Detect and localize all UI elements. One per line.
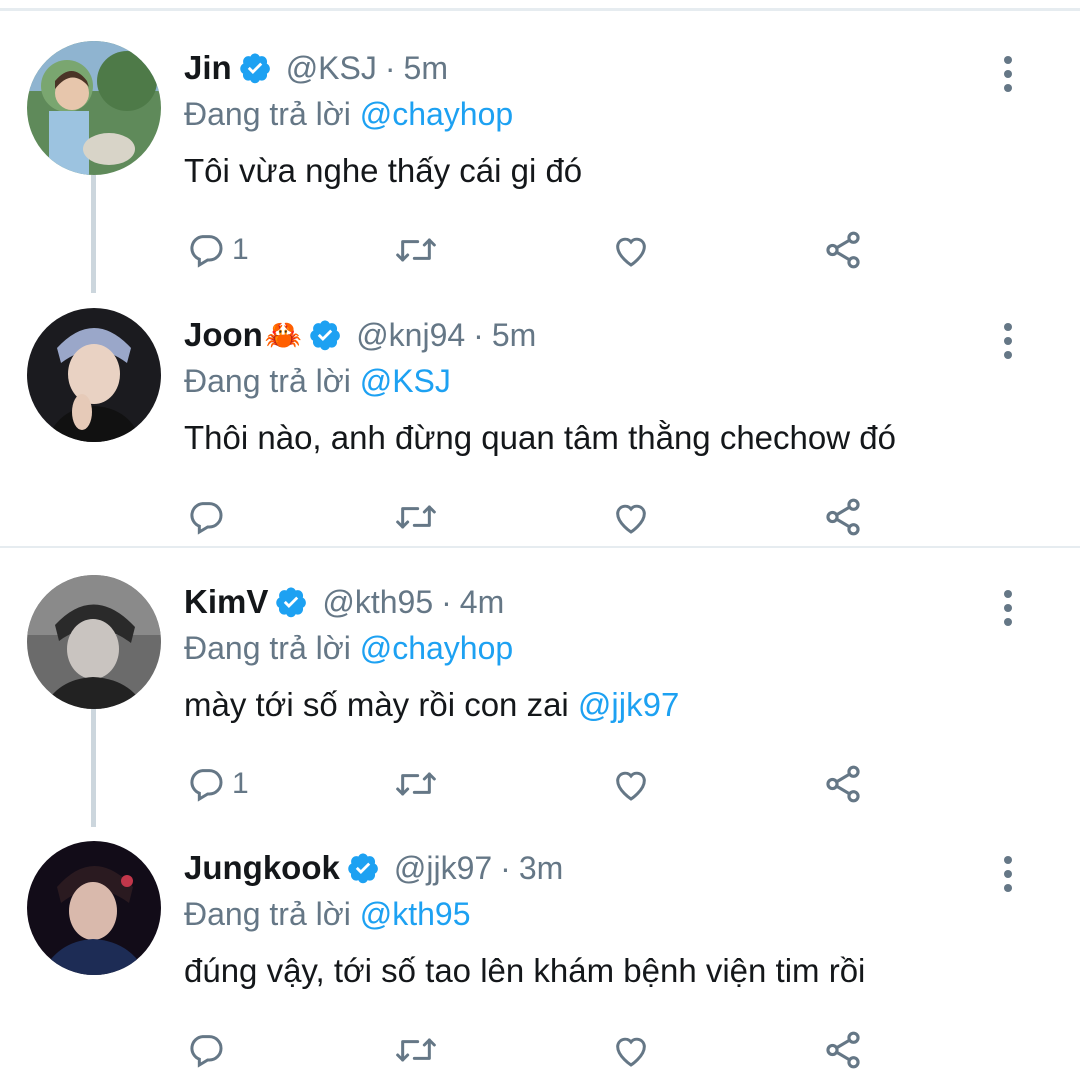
more-icon[interactable] xyxy=(994,854,1022,894)
more-icon[interactable] xyxy=(994,588,1022,628)
like-icon xyxy=(616,237,646,267)
action-bar: 1 xyxy=(186,228,886,272)
reply-count: 1 xyxy=(232,767,249,800)
timestamp[interactable]: 5m xyxy=(492,317,536,354)
separator: · xyxy=(473,316,484,353)
avatar[interactable] xyxy=(27,41,161,175)
avatar[interactable] xyxy=(27,575,161,709)
separator: · xyxy=(384,49,396,86)
share-button[interactable] xyxy=(822,1028,864,1072)
replying-prefix: Đang trả lời xyxy=(184,896,351,932)
more-icon[interactable] xyxy=(994,321,1022,361)
timestamp[interactable]: 5m xyxy=(404,50,448,87)
display-name[interactable]: Jin xyxy=(184,49,232,87)
handle[interactable]: @kth95 xyxy=(322,584,433,621)
retweet-icon xyxy=(396,772,436,796)
tweet-2[interactable]: KimV @kth95 · 4m Đang trả lời @chayhop m… xyxy=(0,548,1080,827)
tweet-0[interactable]: Jin @KSJ · 5m Đang trả lời @chayhop Tôi … xyxy=(0,14,1080,293)
tweet-3[interactable]: Jungkook @jjk97 · 3m Đang trả lời @kth95… xyxy=(0,814,1080,1080)
replying-mention[interactable]: @kth95 xyxy=(360,896,471,932)
tweet-text: mày tới số mày rồi con zai @jjk97 xyxy=(184,686,679,724)
like-button[interactable] xyxy=(610,762,652,806)
share-icon xyxy=(826,498,860,536)
thread-line xyxy=(91,709,96,827)
share-icon xyxy=(826,231,860,269)
share-icon xyxy=(826,1031,860,1069)
share-button[interactable] xyxy=(822,228,864,272)
like-icon xyxy=(616,771,646,801)
retweet-button[interactable] xyxy=(394,1028,438,1072)
reply-button[interactable]: 1 xyxy=(186,228,249,272)
thread-line xyxy=(91,175,96,293)
avatar[interactable] xyxy=(27,308,161,442)
separator: · xyxy=(441,583,452,620)
like-icon xyxy=(616,1037,646,1067)
share-button[interactable] xyxy=(822,762,864,806)
verified-badge-icon xyxy=(310,320,341,351)
retweet-button[interactable] xyxy=(394,495,438,539)
replying-to: Đang trả lời @kth95 xyxy=(184,896,470,933)
display-name[interactable]: KimV xyxy=(184,583,268,621)
tweet-header: Joon 🦀 @knj94 · 5m xyxy=(184,307,536,363)
tweet-body: Tôi vừa nghe thấy cái gi đó xyxy=(184,152,583,189)
handle[interactable]: @jjk97 xyxy=(394,850,492,887)
top-divider xyxy=(0,8,1080,11)
separator: · xyxy=(500,849,511,886)
replying-mention[interactable]: @chayhop xyxy=(360,630,513,666)
replying-to: Đang trả lời @KSJ xyxy=(184,363,451,400)
reply-icon xyxy=(190,1035,223,1068)
replying-prefix: Đang trả lời xyxy=(184,363,351,399)
like-button[interactable] xyxy=(610,228,652,272)
retweet-button[interactable] xyxy=(394,228,438,272)
replying-mention[interactable]: @KSJ xyxy=(360,363,451,399)
reply-button[interactable] xyxy=(186,495,232,539)
reply-count: 1 xyxy=(232,233,249,266)
action-bar: 1 xyxy=(186,762,886,806)
tweet-text: Thôi nào, anh đừng quan tâm thằng checho… xyxy=(184,419,896,457)
retweet-icon xyxy=(396,1038,436,1062)
share-button[interactable] xyxy=(822,495,864,539)
reply-button[interactable] xyxy=(186,1028,232,1072)
replying-mention[interactable]: @chayhop xyxy=(360,96,513,132)
tweet-text: đúng vậy, tới số tao lên khám bệnh viện … xyxy=(184,952,865,990)
handle[interactable]: @KSJ xyxy=(286,50,377,87)
handle[interactable]: @knj94 xyxy=(356,317,465,354)
verified-badge-icon xyxy=(348,853,378,884)
display-name[interactable]: Joon xyxy=(184,316,263,354)
replying-to: Đang trả lời @chayhop xyxy=(184,630,513,667)
display-name[interactable]: Jungkook xyxy=(184,849,340,887)
tweet-body: mày tới số mày rồi con zai xyxy=(184,686,578,723)
tweet-body: Thôi nào, anh đừng quan tâm thằng checho… xyxy=(184,419,896,456)
like-icon xyxy=(616,504,646,534)
retweet-button[interactable] xyxy=(394,762,438,806)
like-button[interactable] xyxy=(610,1028,652,1072)
like-button[interactable] xyxy=(610,495,652,539)
verified-badge-icon xyxy=(276,587,307,618)
verified-badge-icon xyxy=(239,53,270,84)
replying-to: Đang trả lời @chayhop xyxy=(184,96,513,133)
timestamp[interactable]: 4m xyxy=(460,584,504,621)
share-icon xyxy=(826,765,860,803)
action-bar xyxy=(186,495,886,539)
tweet-text: Tôi vừa nghe thấy cái gi đó xyxy=(184,152,582,190)
retweet-icon xyxy=(396,238,436,262)
more-icon[interactable] xyxy=(994,54,1022,94)
replying-prefix: Đang trả lời xyxy=(184,630,351,666)
replying-prefix: Đang trả lời xyxy=(184,96,351,132)
reply-icon xyxy=(190,502,223,535)
retweet-icon xyxy=(396,505,436,529)
crab-emoji: 🦀 xyxy=(264,318,303,352)
tweet-header: Jungkook @jjk97 · 3m xyxy=(184,840,563,896)
reply-icon xyxy=(190,235,223,268)
tweet-header: Jin @KSJ · 5m xyxy=(184,40,448,96)
tweet-header: KimV @kth95 · 4m xyxy=(184,574,504,630)
tweet-mention[interactable]: @jjk97 xyxy=(578,686,679,723)
timestamp[interactable]: 3m xyxy=(519,850,563,887)
avatar[interactable] xyxy=(27,841,161,975)
reply-icon xyxy=(190,769,223,802)
tweet-body: đúng vậy, tới số tao lên khám bệnh viện … xyxy=(184,952,866,989)
reply-button[interactable]: 1 xyxy=(186,762,249,806)
tweet-1[interactable]: Joon 🦀 @knj94 · 5m Đang trả lời @KSJ Thô… xyxy=(0,281,1080,547)
action-bar xyxy=(186,1028,886,1072)
